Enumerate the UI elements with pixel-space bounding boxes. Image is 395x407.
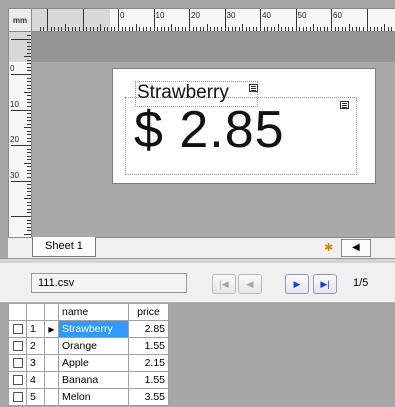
ruler-label: 10 bbox=[10, 99, 19, 109]
grid-header-row: name price bbox=[8, 303, 169, 321]
vertical-ruler: 0 10 20 30 bbox=[8, 32, 32, 237]
ruler-label: 50 bbox=[297, 11, 307, 20]
cell-name[interactable]: Melon bbox=[58, 388, 129, 406]
horizontal-ruler: 0 10 20 30 40 50 60 bbox=[32, 8, 395, 32]
row-pointer-cell bbox=[44, 337, 59, 355]
cell-price[interactable]: 1.55 bbox=[128, 371, 169, 389]
table-row[interactable]: 1 ▶ Strawberry 2.85 bbox=[8, 320, 169, 338]
triangle-left-icon: ◀ bbox=[246, 278, 254, 289]
ruler-label: 40 bbox=[262, 11, 271, 20]
cell-price[interactable]: 3.55 bbox=[128, 388, 169, 406]
row-checkbox[interactable] bbox=[12, 375, 23, 386]
skip-last-icon: ▶| bbox=[320, 278, 330, 289]
database-field-icon bbox=[249, 84, 258, 92]
price-text-object[interactable]: $ 2.85 bbox=[134, 100, 285, 160]
record-position: 1/5 bbox=[353, 277, 369, 289]
column-header-price[interactable]: price bbox=[128, 303, 169, 321]
table-row[interactable]: 4 Banana 1.55 bbox=[8, 371, 169, 389]
row-checkbox[interactable] bbox=[12, 392, 23, 403]
row-pointer-cell bbox=[44, 371, 59, 389]
last-record-button[interactable]: ▶| bbox=[313, 274, 337, 294]
column-header-name[interactable]: name bbox=[58, 303, 129, 321]
ruler-label: 0 bbox=[10, 64, 15, 73]
row-number: 1 bbox=[26, 320, 45, 338]
ruler-label: 10 bbox=[155, 11, 165, 20]
ruler-unit-corner: mm bbox=[8, 8, 32, 32]
sheet-tab-bar: Sheet 1 ✱ ◀ bbox=[8, 237, 395, 258]
table-row[interactable]: 5 Melon 3.55 bbox=[8, 388, 169, 406]
ruler-label: 30 bbox=[10, 170, 19, 180]
cell-name[interactable]: Strawberry bbox=[58, 320, 129, 338]
database-file-name: 111.csv bbox=[31, 273, 187, 293]
database-field-icon bbox=[340, 101, 349, 109]
previous-record-button[interactable]: ◀ bbox=[238, 274, 262, 294]
next-record-button[interactable]: ▶ bbox=[285, 274, 309, 294]
skip-first-icon: |◀ bbox=[219, 278, 229, 289]
cell-name[interactable]: Orange bbox=[58, 337, 129, 355]
label-editor: mm 0 10 20 30 40 50 60 0 10 20 30 Strawberry $ 2.… bbox=[0, 0, 395, 258]
database-pane: 111.csv |◀ ◀ ▶ ▶| 1/5 name price 1 ▶ Straw… bbox=[0, 263, 395, 407]
database-toolbar: 111.csv |◀ ◀ ▶ ▶| 1/5 bbox=[0, 263, 395, 303]
row-number: 3 bbox=[26, 354, 45, 372]
row-pointer-cell bbox=[44, 354, 59, 372]
triangle-left-icon: ◀ bbox=[352, 242, 360, 253]
database-grid: name price 1 ▶ Strawberry 2.85 2 Orange 1.55 3 A… bbox=[8, 303, 169, 406]
table-row[interactable]: 3 Apple 2.15 bbox=[8, 354, 169, 372]
ruler-label: 60 bbox=[333, 11, 342, 20]
row-number: 2 bbox=[26, 337, 45, 355]
row-number: 5 bbox=[26, 388, 45, 406]
new-sheet-icon[interactable]: ✱ bbox=[324, 241, 338, 254]
ruler-label: 20 bbox=[10, 135, 19, 144]
scroll-left-button[interactable]: ◀ bbox=[341, 239, 371, 257]
tab-sheet-1[interactable]: Sheet 1 bbox=[32, 237, 96, 257]
ruler-label: 20 bbox=[191, 11, 200, 20]
table-row[interactable]: 2 Orange 1.55 bbox=[8, 337, 169, 355]
row-checkbox[interactable] bbox=[12, 358, 23, 369]
row-number: 4 bbox=[26, 371, 45, 389]
row-pointer-cell bbox=[44, 388, 59, 406]
ruler-label: 0 bbox=[120, 11, 125, 20]
cell-name[interactable]: Apple bbox=[58, 354, 129, 372]
cell-price[interactable]: 2.85 bbox=[128, 320, 169, 338]
triangle-right-icon: ▶ bbox=[293, 278, 301, 289]
row-checkbox[interactable] bbox=[12, 341, 23, 352]
ruler-unit-label: mm bbox=[12, 15, 28, 25]
cell-price[interactable]: 1.55 bbox=[128, 337, 169, 355]
ruler-label: 30 bbox=[226, 11, 236, 20]
canvas-margin bbox=[32, 32, 395, 62]
row-checkbox[interactable] bbox=[12, 324, 23, 335]
current-row-indicator-icon: ▶ bbox=[44, 320, 59, 338]
cell-price[interactable]: 2.15 bbox=[128, 354, 169, 372]
cell-name[interactable]: Banana bbox=[58, 371, 129, 389]
first-record-button[interactable]: |◀ bbox=[212, 274, 236, 294]
